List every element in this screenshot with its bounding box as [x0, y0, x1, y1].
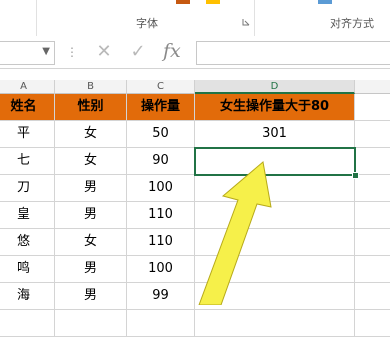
column-header-b[interactable]: B: [55, 80, 127, 94]
result-cell[interactable]: [195, 283, 355, 310]
result-cell[interactable]: [195, 175, 355, 202]
gender-cell[interactable]: 女: [55, 229, 127, 256]
table-header-operations[interactable]: 操作量: [127, 94, 195, 121]
name-box[interactable]: ▼: [0, 41, 55, 65]
result-cell[interactable]: [195, 202, 355, 229]
result-cell[interactable]: 301: [195, 121, 355, 148]
operations-cell[interactable]: 100: [127, 256, 195, 283]
fill-color-swatch[interactable]: [206, 0, 220, 4]
gender-cell[interactable]: 女: [55, 121, 127, 148]
align-swatch[interactable]: [318, 0, 332, 4]
column-header-a[interactable]: A: [0, 80, 55, 94]
table-cell[interactable]: [127, 310, 195, 337]
name-cell[interactable]: 鸣: [0, 256, 55, 283]
table-cell[interactable]: [55, 310, 127, 337]
formula-input[interactable]: [196, 41, 390, 65]
fill-handle[interactable]: [352, 172, 359, 179]
gender-cell[interactable]: 男: [55, 202, 127, 229]
alignment-group-label: 对齐方式: [330, 17, 374, 30]
column-header-c[interactable]: C: [127, 80, 195, 94]
ribbon: 字体 对齐方式: [0, 0, 390, 39]
column-header-e[interactable]: [355, 80, 390, 94]
gender-cell[interactable]: 女: [55, 148, 127, 175]
table-cell[interactable]: [355, 175, 390, 202]
table-cell[interactable]: [355, 256, 390, 283]
result-cell[interactable]: [195, 256, 355, 283]
enter-icon[interactable]: ✓: [126, 40, 150, 64]
font-color-swatch[interactable]: [176, 0, 190, 4]
font-dialog-launcher-icon[interactable]: [242, 18, 250, 26]
table-cell[interactable]: [355, 121, 390, 148]
table-cell[interactable]: [355, 148, 390, 175]
name-cell[interactable]: 海: [0, 283, 55, 310]
result-cell[interactable]: [195, 229, 355, 256]
chevron-down-icon[interactable]: ▼: [42, 46, 50, 57]
name-cell[interactable]: 悠: [0, 229, 55, 256]
table-cell[interactable]: [355, 283, 390, 310]
table-cell[interactable]: [355, 310, 390, 337]
table-cell[interactable]: [355, 202, 390, 229]
table-header-female-ops-gt80[interactable]: 女生操作量大于80: [195, 94, 355, 121]
ribbon-separator: [36, 0, 37, 36]
active-cell-selection[interactable]: [194, 147, 356, 176]
table-cell[interactable]: [355, 94, 390, 121]
formula-bar-resize-handle[interactable]: ⋮: [66, 45, 78, 59]
formula-bar: ▼ ⋮ ✕ ✓ fx: [0, 38, 390, 69]
column-header-d[interactable]: D: [195, 80, 355, 94]
operations-cell[interactable]: 100: [127, 175, 195, 202]
name-cell[interactable]: 七: [0, 148, 55, 175]
gender-cell[interactable]: 男: [55, 175, 127, 202]
gender-cell[interactable]: 男: [55, 256, 127, 283]
name-cell[interactable]: 平: [0, 121, 55, 148]
font-group-label: 字体: [136, 17, 158, 30]
table-header-gender[interactable]: 性别: [55, 94, 127, 121]
name-cell[interactable]: 皇: [0, 202, 55, 229]
operations-cell[interactable]: 110: [127, 229, 195, 256]
table-cell[interactable]: [355, 229, 390, 256]
ribbon-separator: [254, 0, 255, 36]
insert-function-icon[interactable]: fx: [163, 40, 181, 62]
operations-cell[interactable]: 99: [127, 283, 195, 310]
gender-cell[interactable]: 男: [55, 283, 127, 310]
operations-cell[interactable]: 90: [127, 148, 195, 175]
table-header-name[interactable]: 姓名: [0, 94, 55, 121]
operations-cell[interactable]: 110: [127, 202, 195, 229]
operations-cell[interactable]: 50: [127, 121, 195, 148]
cancel-icon[interactable]: ✕: [92, 40, 116, 64]
table-cell[interactable]: [0, 310, 55, 337]
name-cell[interactable]: 刀: [0, 175, 55, 202]
table-cell[interactable]: [195, 310, 355, 337]
